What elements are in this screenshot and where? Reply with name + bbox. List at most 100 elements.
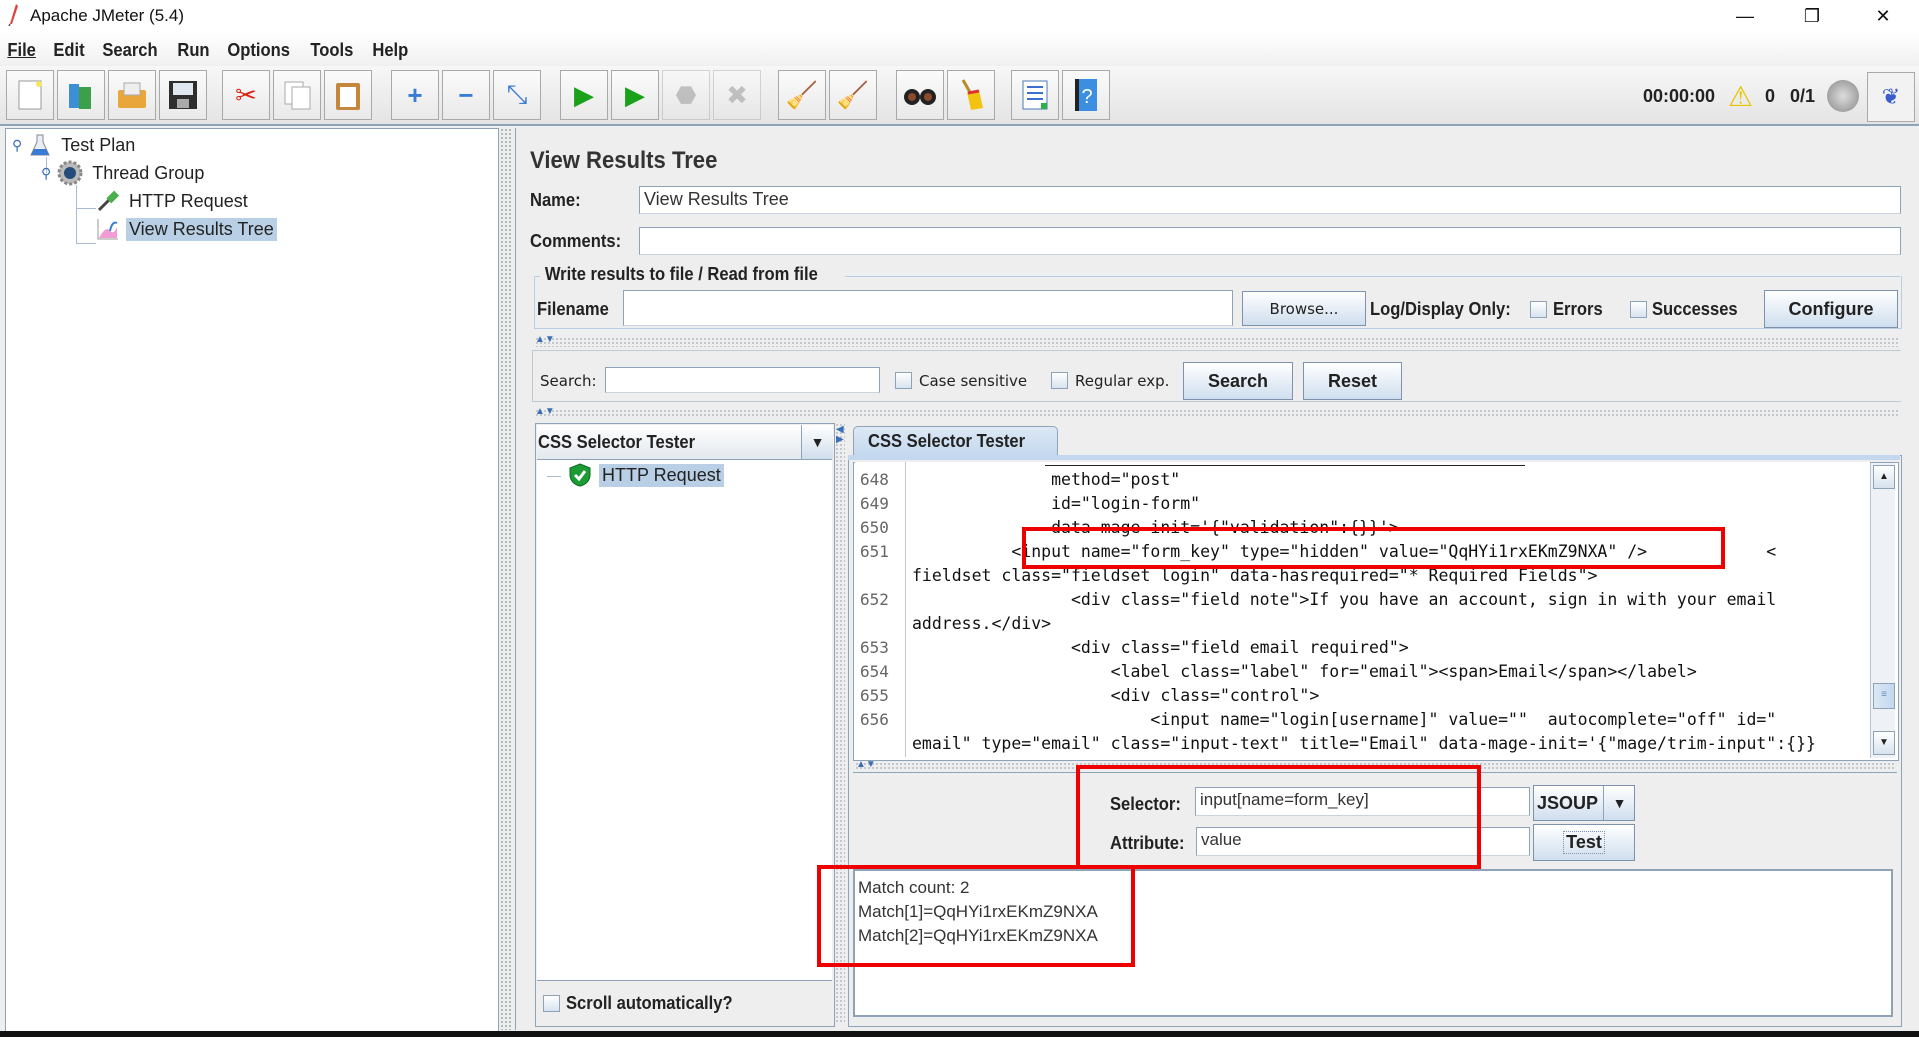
configure-button[interactable]: Configure (1764, 290, 1898, 328)
clear-all-button[interactable]: 🧹 (829, 70, 877, 120)
reset-search-button[interactable] (947, 70, 995, 120)
stop-button[interactable]: ⬣ (662, 70, 710, 120)
expand-toggle-icon[interactable]: ⚲ (41, 165, 51, 182)
menu-edit[interactable]: Edit (46, 32, 91, 61)
arrow-down-icon: ▼ (1879, 737, 1889, 748)
line-number: 649 (860, 494, 889, 513)
chevron-down-icon: ▼ (1603, 786, 1635, 820)
copy-icon (284, 81, 311, 110)
file-group-border (845, 276, 1900, 277)
minimize-button[interactable]: — (1715, 0, 1775, 32)
look-and-feel-button[interactable]: ❦ (1867, 72, 1915, 122)
restore-icon: ❐ (1803, 5, 1821, 26)
templates-icon (69, 84, 91, 109)
split-arrows-icon[interactable]: ◀ ▶ (836, 425, 844, 445)
title-bar: Apache JMeter (5.4) — ❐ ✕ (0, 0, 1919, 32)
copy-button[interactable] (273, 70, 321, 120)
expand-all-button[interactable]: + (391, 70, 439, 120)
expand-toggle-icon[interactable]: ⚲ (12, 137, 22, 154)
open-button[interactable] (108, 70, 156, 120)
search-input[interactable] (605, 367, 880, 393)
flask-icon (30, 134, 51, 156)
line-number: 650 (860, 518, 889, 537)
new-button[interactable] (6, 70, 54, 120)
engine-select[interactable]: JSOUP ▼ (1533, 785, 1635, 821)
split-arrows-icon[interactable]: ▲▼ (856, 759, 876, 770)
menu-search[interactable]: Search (95, 32, 164, 61)
line-number: 652 (860, 590, 889, 609)
comments-field[interactable] (639, 227, 1901, 255)
arrow-up-icon: ▲ (1879, 471, 1889, 482)
paste-button[interactable] (324, 70, 372, 120)
split-arrows-icon[interactable]: ▲▼ (535, 334, 555, 345)
toggle-button[interactable]: ⤡ (493, 70, 541, 120)
line-number: 648 (860, 470, 889, 489)
tree-item-view-results-tree[interactable]: View Results Tree (96, 217, 277, 241)
test-button[interactable]: Test (1533, 824, 1635, 861)
window-title: Apache JMeter (5.4) (30, 6, 185, 25)
menu-run[interactable]: Run (170, 32, 216, 61)
browse-button[interactable]: Browse... (1242, 291, 1366, 326)
collapse-all-button[interactable]: − (442, 70, 490, 120)
menu-tools[interactable]: Tools (303, 32, 360, 61)
warning-icon[interactable]: ⚠ (1728, 80, 1753, 113)
line-text: <input name="login[username]" value="" a… (912, 710, 1777, 729)
scroll-thumb[interactable]: ≡ (1873, 683, 1895, 709)
paste-icon (336, 83, 360, 110)
split-handle[interactable] (535, 409, 1900, 418)
tree-item-test-plan[interactable]: ⚲ Test Plan (12, 133, 138, 157)
search-button[interactable] (896, 70, 944, 120)
cut-button[interactable]: ✂ (222, 70, 270, 120)
split-handle[interactable] (535, 337, 1900, 347)
tree-item-http-request[interactable]: HTTP Request (96, 189, 251, 213)
response-code-view[interactable]: 648 method="post" 649 id="login-form" 650 … (855, 462, 1870, 757)
templates-button[interactable] (57, 70, 105, 120)
clear-button[interactable]: 🧹 (778, 70, 826, 120)
gear-icon (57, 160, 83, 186)
errors-checkbox[interactable] (1530, 301, 1547, 318)
scroll-up-button[interactable]: ▲ (1873, 465, 1895, 489)
close-icon: ✕ (1875, 5, 1891, 26)
main-splitter[interactable] (500, 128, 513, 1030)
split-arrows-icon[interactable]: ▲▼ (535, 406, 555, 417)
gutter-divider (905, 462, 906, 757)
regex-checkbox[interactable] (1051, 372, 1068, 389)
code-scrollbar[interactable]: ▲ ≡ ▼ (1870, 463, 1895, 758)
errors-label: Errors (1553, 299, 1603, 319)
menu-file[interactable]: File (0, 32, 42, 61)
tree-item-thread-group[interactable]: ⚲ Thread Group (41, 160, 207, 186)
menu-options[interactable]: Options (220, 32, 296, 61)
menu-bar: File Edit Search Run Options Tools Help (0, 32, 1919, 66)
case-sensitive-checkbox[interactable] (895, 372, 912, 389)
save-button[interactable] (159, 70, 207, 120)
filename-label: Filename (537, 299, 609, 319)
name-field[interactable]: View Results Tree (639, 186, 1901, 214)
successes-checkbox[interactable] (1630, 301, 1647, 318)
menu-help[interactable]: Help (365, 32, 415, 61)
help-button[interactable]: ? (1062, 70, 1110, 120)
restore-button[interactable]: ❐ (1782, 0, 1842, 32)
search-reset-button[interactable]: Reset (1303, 362, 1402, 400)
broom-icon (961, 79, 983, 110)
line-text: method="post" (912, 470, 1181, 489)
renderer-select[interactable]: CSS Selector Tester ▼ (537, 425, 833, 460)
scroll-down-button[interactable]: ▼ (1873, 731, 1895, 755)
scroll-automatically-checkbox[interactable] (543, 995, 560, 1012)
start-no-pauses-button[interactable]: ▶ (611, 70, 659, 120)
test-button-label: Test (1563, 831, 1605, 854)
function-helper-button[interactable] (1011, 70, 1059, 120)
start-button[interactable]: ▶ (560, 70, 608, 120)
success-shield-icon (569, 463, 591, 487)
line-number: 654 (860, 662, 889, 681)
tree-item-label: Thread Group (92, 162, 205, 183)
filename-field[interactable] (623, 290, 1233, 326)
renderer-select-value: CSS Selector Tester (538, 432, 696, 452)
shutdown-button[interactable]: ✖ (713, 70, 761, 120)
result-item-http-request[interactable]: HTTP Request (569, 463, 724, 487)
stop-icon: ⬣ (675, 81, 697, 109)
renderer-dropdown-button[interactable]: ▼ (801, 425, 833, 459)
search-submit-button[interactable]: Search (1183, 362, 1293, 400)
close-button[interactable]: ✕ (1853, 0, 1913, 32)
comments-label: Comments: (530, 231, 622, 251)
tab-css-selector-tester[interactable]: CSS Selector Tester (853, 426, 1058, 457)
